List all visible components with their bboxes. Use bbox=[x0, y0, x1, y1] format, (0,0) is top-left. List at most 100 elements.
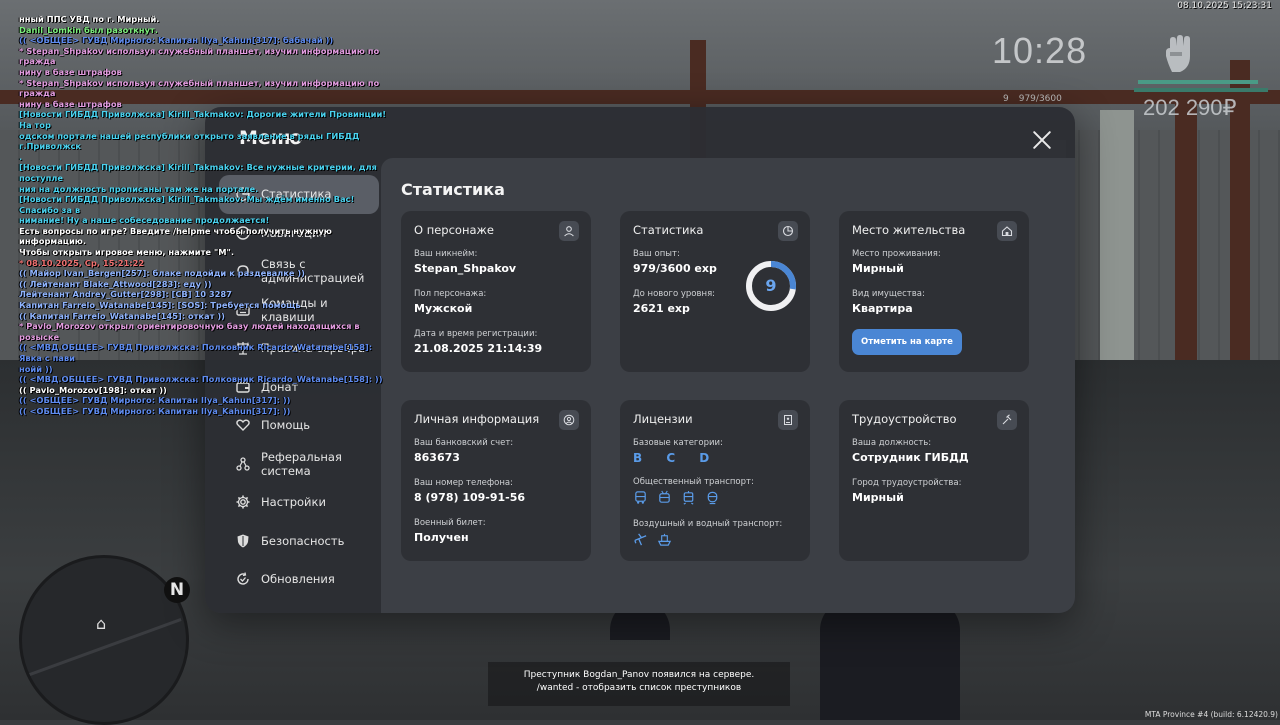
nickname-label: Ваш никнейм: bbox=[414, 249, 478, 259]
nav-item[interactable]: Обновления bbox=[219, 560, 379, 599]
nav-item-label: Помощь bbox=[261, 418, 311, 433]
phone-label: Ваш номер телефона: bbox=[414, 478, 513, 488]
card-title: Место жительства bbox=[852, 223, 966, 237]
server-datetime: 08.10.2025 15:23:31 bbox=[1177, 1, 1272, 11]
card-title: Статистика bbox=[633, 223, 704, 237]
licenses-card: Лицензии Базовые категории: B C D Общест… bbox=[620, 400, 810, 561]
notice-line-1: Преступник Bogdan_Panov появился на серв… bbox=[523, 670, 755, 680]
chat-line: [Новости ГИБДД Приволжска] Kirill_Takmak… bbox=[19, 194, 355, 226]
hud-level-value: 9 bbox=[1003, 94, 1009, 104]
exp-label: Ваш опыт: bbox=[633, 249, 680, 259]
metro-icon bbox=[707, 491, 718, 505]
property-value: Квартира bbox=[852, 302, 913, 315]
chat-line: (( Майор Ivan_Bergen[257]: блаке подойди… bbox=[19, 268, 305, 279]
gender-value: Мужской bbox=[414, 302, 473, 315]
personal-info-card: Личная информация Ваш банковский счет: 8… bbox=[401, 400, 591, 561]
chat-line: Есть вопросы по игре? Введите /helpme чт… bbox=[19, 225, 335, 247]
minimap: ⌂ bbox=[19, 555, 189, 725]
nav-item[interactable]: Реферальная система bbox=[219, 445, 379, 484]
property-label: Вид имущества: bbox=[852, 289, 925, 299]
nav-item[interactable]: Безопасность bbox=[219, 522, 379, 561]
public-transport-icons bbox=[633, 490, 797, 505]
game-clock: 10:28 bbox=[992, 30, 1088, 71]
money-display: 202 290₽ bbox=[1143, 95, 1237, 120]
public-transport-label: Общественный транспорт: bbox=[633, 477, 754, 487]
ship-icon bbox=[657, 533, 672, 546]
user-icon bbox=[559, 221, 579, 241]
chat-line: [Новости ГИБДД Приволжска] Kirill_Takmak… bbox=[19, 162, 377, 194]
chat-line: Лейтенант Andrey_Gutter[298]: [CB] 10 32… bbox=[19, 289, 232, 300]
air-water-icons bbox=[633, 532, 797, 547]
fist-weapon-icon bbox=[1162, 34, 1198, 74]
tram-icon bbox=[683, 490, 694, 505]
place-value: Мирный bbox=[852, 262, 904, 275]
mark-on-map-button[interactable]: Отметить на карте bbox=[852, 329, 962, 355]
registration-value: 21.08.2025 21:14:39 bbox=[414, 342, 543, 355]
level-value: 9 bbox=[765, 276, 777, 295]
chat-line: нный ППС УВД по г. Мирный. bbox=[19, 14, 160, 24]
nav-item[interactable]: Настройки bbox=[219, 483, 379, 522]
military-label: Военный билет: bbox=[414, 518, 486, 528]
base-categories-label: Базовые категории: bbox=[633, 438, 723, 448]
bank-value: 863673 bbox=[414, 451, 460, 464]
residence-card: Место жительства Место проживания: Мирны… bbox=[839, 211, 1029, 372]
network-icon bbox=[235, 456, 251, 472]
steel-column bbox=[1175, 100, 1197, 370]
phone-value: 8 (978) 109-91-56 bbox=[414, 491, 526, 504]
position-label: Ваша должность: bbox=[852, 438, 932, 448]
notice-line-2: /wanted - отобразить список преступников bbox=[536, 683, 742, 693]
chat-line: (( <МВД.ОБЩЕЕ> ГУВД Приволжска: Полковни… bbox=[19, 342, 373, 374]
health-bar bbox=[1138, 80, 1258, 84]
work-city-value: Мирный bbox=[852, 491, 904, 504]
npc-character bbox=[820, 600, 960, 720]
chat-line: (( Pavlo_Morozov[198]: откат )) bbox=[19, 384, 167, 395]
content-title: Статистика bbox=[401, 180, 505, 199]
nav-item-label: Реферальная система bbox=[261, 449, 342, 478]
registration-label: Дата и время регистрации: bbox=[414, 329, 538, 339]
shield-icon bbox=[235, 533, 251, 549]
card-title: Личная информация bbox=[414, 412, 540, 426]
level-progress-ring: 9 bbox=[744, 259, 798, 313]
gender-label: Пол персонажа: bbox=[414, 289, 487, 299]
chat-line: (( <ОБЩЕЕ> ГУВД Мирного: Капитан Ilya_Ka… bbox=[19, 35, 334, 46]
character-card: О персонаже Ваш никнейм: Stepan_Shpakov … bbox=[401, 211, 591, 372]
chat-line: * Stepan_Shpakov используя служебный пла… bbox=[19, 45, 380, 77]
chat-line: (( Лейтенант Blake_Attwood[283]: еду )) bbox=[19, 278, 212, 289]
stats-card: Статистика Ваш опыт: 979/3600 exp До нов… bbox=[620, 211, 810, 372]
stats-content: Статистика О персонаже Ваш никнейм: Step… bbox=[381, 158, 1075, 613]
house-icon bbox=[997, 221, 1017, 241]
pie-chart-icon bbox=[778, 221, 798, 241]
base-categories-value: B C D bbox=[633, 451, 720, 465]
nav-item-label: Обновления bbox=[261, 572, 335, 587]
chat-line: (( Капитан Farrelo_Watanabe[145]: откат … bbox=[19, 310, 225, 321]
gear-icon bbox=[235, 494, 251, 510]
heart-hand-icon bbox=[235, 417, 251, 433]
chat-line: (( <ОБЩЕЕ> ГУВД Мирного: Капитан Ilya_Ka… bbox=[19, 395, 291, 406]
close-icon[interactable] bbox=[1031, 129, 1053, 151]
chat-log: нный ППС УВД по г. Мирный. Danil_Lomkin б… bbox=[19, 14, 389, 417]
chat-line: Danil_Lomkin был разоткнут. bbox=[19, 24, 158, 35]
work-city-label: Город трудоустройства: bbox=[852, 478, 962, 488]
id-card-icon bbox=[778, 410, 798, 430]
airplane-icon bbox=[634, 533, 647, 546]
build-info: MTA Province #4 (build: 6.12420.9) bbox=[1144, 710, 1278, 719]
military-value: Получен bbox=[414, 531, 469, 544]
trolleybus-icon bbox=[659, 490, 670, 503]
north-compass-icon: N bbox=[164, 577, 190, 603]
employment-card: Трудоустройство Ваша должность: Сотрудни… bbox=[839, 400, 1029, 561]
chat-line: Чтобы открыть игровое меню, нажмите "M". bbox=[19, 247, 234, 258]
card-title: Трудоустройство bbox=[852, 412, 957, 426]
chat-line: (( <МВД.ОБЩЕЕ> ГУВД Приволжска: Полковни… bbox=[19, 374, 383, 385]
place-label: Место проживания: bbox=[852, 249, 941, 259]
position-value: Сотрудник ГИБДД bbox=[852, 451, 969, 464]
bus-icon bbox=[635, 491, 646, 504]
air-water-label: Воздушный и водный транспорт: bbox=[633, 519, 783, 529]
hud-level: 9 979/3600 bbox=[1003, 93, 1062, 104]
chat-line: (( <ОБЩЕЕ> ГУВД Мирного: Капитан Ilya_Ka… bbox=[19, 405, 291, 416]
nickname-value: Stepan_Shpakov bbox=[414, 262, 517, 275]
chat-line: * Stepan_Shpakov используя служебный пла… bbox=[19, 77, 380, 109]
chat-line: * Pavlo_Morozov открыл ориентировочную б… bbox=[19, 321, 363, 342]
server-notice: Преступник Bogdan_Panov появился на серв… bbox=[488, 662, 790, 706]
hud-level-exp: 979/3600 bbox=[1018, 94, 1062, 104]
hammer-icon bbox=[997, 410, 1017, 430]
